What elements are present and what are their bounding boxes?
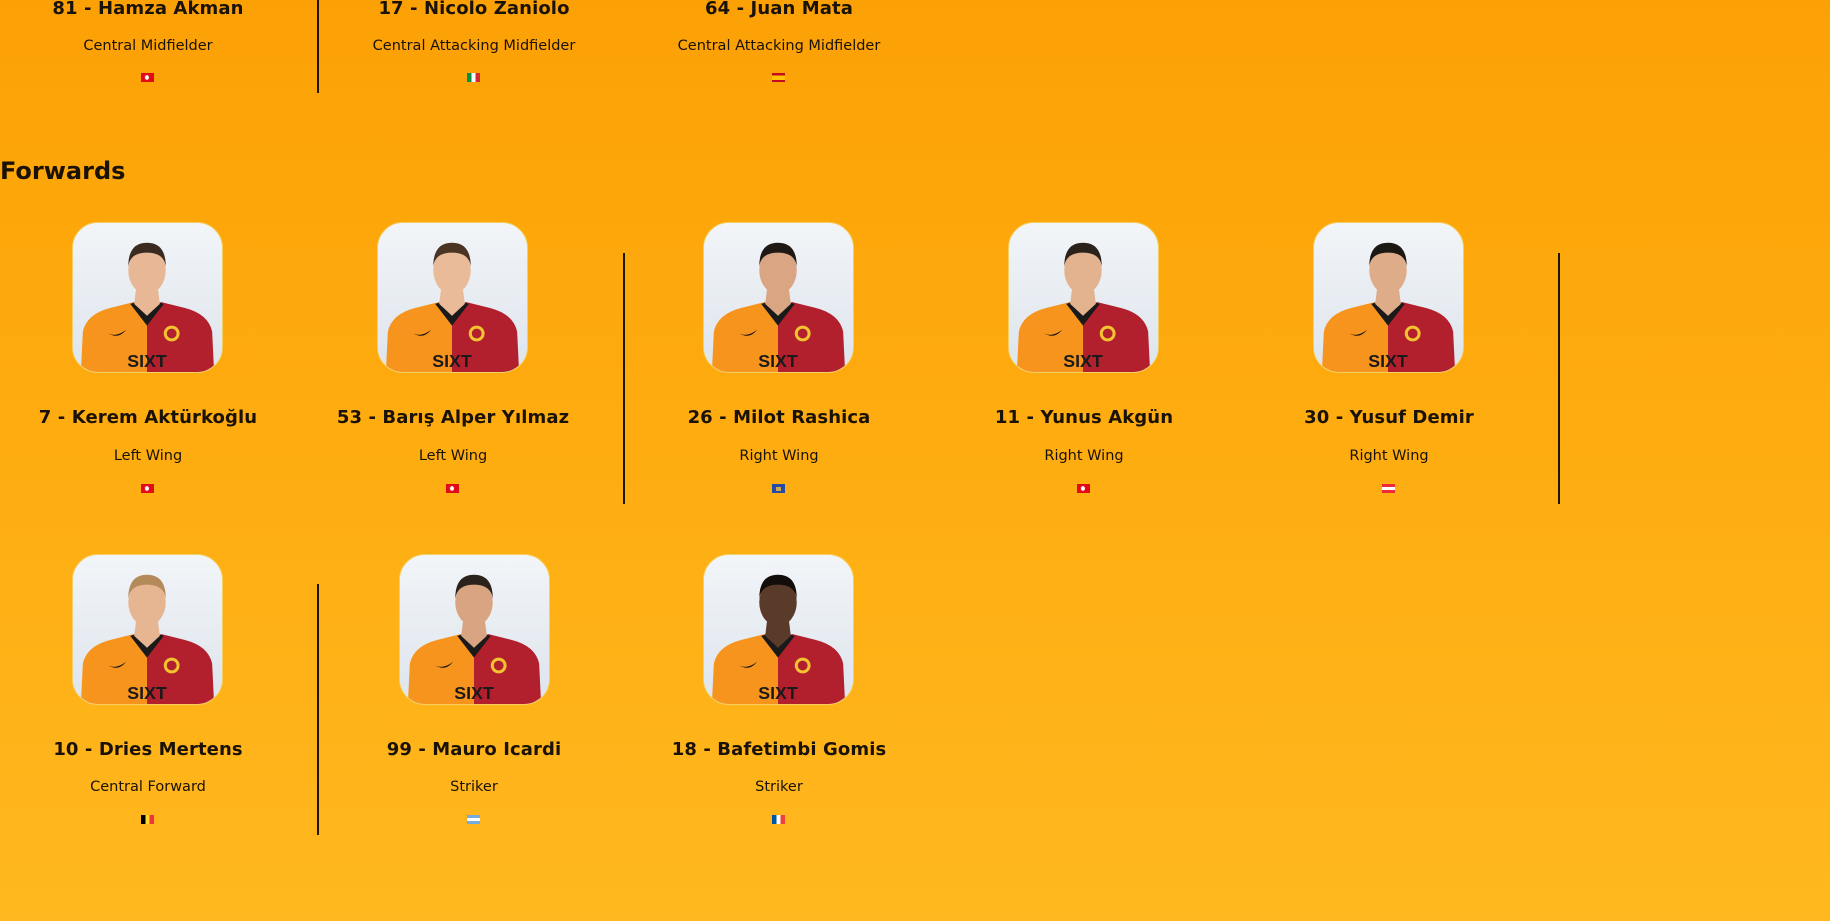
player-name: 7 - Kerem Aktürkoğlu: [38, 407, 258, 428]
svg-text:SIXT: SIXT: [454, 683, 494, 703]
svg-text:SIXT: SIXT: [127, 351, 167, 371]
player-photo[interactable]: SIXT: [1313, 222, 1464, 373]
player-position: Striker: [450, 779, 498, 795]
player-position: Right Wing: [1044, 448, 1124, 464]
player-photo[interactable]: SIXT: [72, 554, 223, 705]
divider: [623, 253, 625, 504]
player-silhouette: SIXT: [704, 555, 853, 704]
player-name: 10 - Dries Mertens: [53, 739, 243, 760]
svg-text:SIXT: SIXT: [758, 683, 798, 703]
svg-text:SIXT: SIXT: [1063, 351, 1103, 371]
player-photo[interactable]: SIXT: [72, 222, 223, 373]
player-position: Central Attacking Midfielder: [372, 38, 576, 54]
flag-turkey-icon: [141, 484, 154, 493]
player-name: 64 - Juan Mata: [704, 0, 853, 19]
player-name: 17 - Nicolo Zaniolo: [378, 0, 570, 19]
flag-turkey-icon: [446, 484, 459, 493]
player-silhouette: SIXT: [378, 223, 527, 372]
player-photo[interactable]: SIXT: [1008, 222, 1159, 373]
flag-austria-icon: [1382, 484, 1395, 493]
player-position: Right Wing: [1349, 448, 1429, 464]
player-silhouette: SIXT: [73, 223, 222, 372]
flag-france-icon: [772, 815, 785, 824]
flag-turkey-icon: [1077, 484, 1090, 493]
flag-italy-icon: [467, 73, 480, 82]
flag-kosovo-icon: [772, 484, 785, 493]
player-position: Central Midfielder: [83, 38, 213, 54]
player-position: Left Wing: [113, 448, 183, 464]
player-position: Central Attacking Midfielder: [677, 38, 881, 54]
player-position: Striker: [755, 779, 803, 795]
divider: [317, 0, 319, 93]
player-position: Left Wing: [418, 448, 488, 464]
player-position: Right Wing: [739, 448, 819, 464]
player-silhouette: SIXT: [704, 223, 853, 372]
player-name: 30 - Yusuf Demir: [1304, 407, 1474, 428]
svg-text:SIXT: SIXT: [432, 351, 472, 371]
flag-belgium-icon: [141, 815, 154, 824]
flag-turkey-icon: [141, 73, 154, 82]
player-name: 11 - Yunus Akgün: [994, 407, 1174, 428]
player-photo[interactable]: SIXT: [703, 554, 854, 705]
player-silhouette: SIXT: [73, 555, 222, 704]
player-photo[interactable]: SIXT: [399, 554, 550, 705]
player-silhouette: SIXT: [1314, 223, 1463, 372]
player-name: 18 - Bafetimbi Gomis: [671, 739, 887, 760]
divider: [1558, 253, 1560, 504]
svg-text:SIXT: SIXT: [127, 683, 167, 703]
flag-argentina-icon: [467, 815, 480, 824]
player-name: 81 - Hamza Akman: [52, 0, 244, 19]
svg-text:SIXT: SIXT: [758, 351, 798, 371]
flag-spain-icon: [772, 73, 785, 82]
svg-text:SIXT: SIXT: [1368, 351, 1408, 371]
player-photo[interactable]: SIXT: [703, 222, 854, 373]
player-name: 53 - Barış Alper Yılmaz: [336, 407, 570, 428]
divider: [317, 584, 319, 835]
player-silhouette: SIXT: [1009, 223, 1158, 372]
player-photo[interactable]: SIXT: [377, 222, 528, 373]
section-title-forwards: Forwards: [0, 157, 126, 185]
player-position: Central Forward: [90, 779, 206, 795]
player-name: 26 - Milot Rashica: [687, 407, 871, 428]
player-name: 99 - Mauro Icardi: [386, 739, 562, 760]
player-silhouette: SIXT: [400, 555, 549, 704]
